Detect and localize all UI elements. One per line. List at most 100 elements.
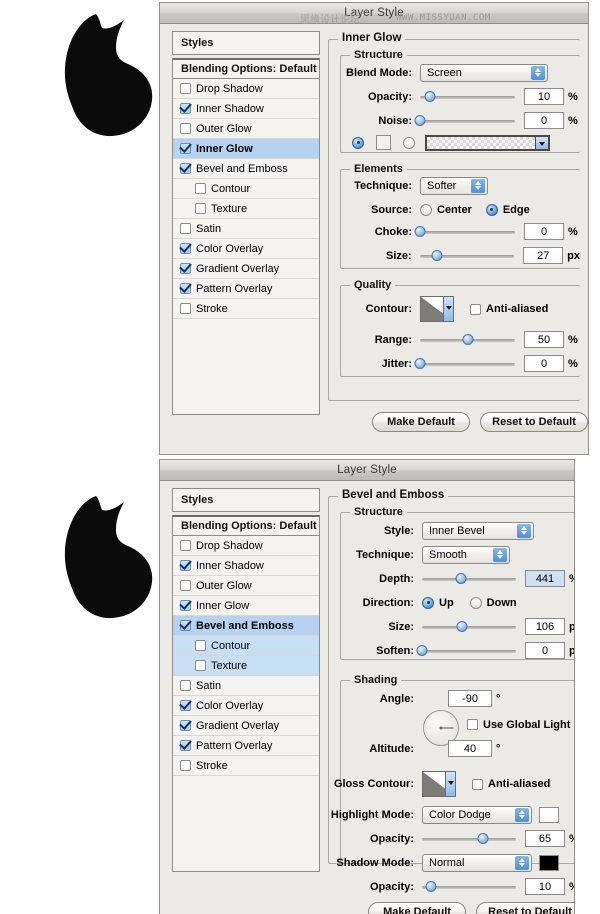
highlight-opacity-slider[interactable]	[422, 832, 516, 846]
effect-checkbox[interactable]	[180, 760, 191, 771]
effect-checkbox[interactable]	[180, 243, 191, 254]
effect-checkbox[interactable]	[180, 600, 191, 611]
size-input[interactable]: 27	[523, 247, 563, 264]
effect-row-color-overlay[interactable]: Color Overlay	[173, 696, 319, 716]
effect-checkbox[interactable]	[180, 83, 191, 94]
jitter-slider[interactable]	[420, 357, 515, 371]
shadow-color-swatch[interactable]	[539, 855, 559, 871]
effect-row-pattern-overlay[interactable]: Pattern Overlay	[173, 736, 319, 756]
opacity-input[interactable]: 10	[524, 88, 564, 105]
highlight-color-swatch[interactable]	[539, 807, 559, 823]
slider-knob[interactable]	[417, 645, 428, 656]
effect-checkbox[interactable]	[180, 303, 191, 314]
technique-select[interactable]: Softer	[420, 177, 488, 195]
effect-row-bevel-and-emboss[interactable]: Bevel and Emboss	[173, 159, 319, 179]
effect-row-color-overlay[interactable]: Color Overlay	[173, 239, 319, 259]
effect-row-satin[interactable]: Satin	[173, 219, 319, 239]
gloss-anti-aliased-checkbox[interactable]	[472, 779, 483, 790]
blending-options-row[interactable]: Blending Options: Default	[172, 515, 320, 536]
effect-checkbox[interactable]	[180, 143, 191, 154]
blending-options-row[interactable]: Blending Options: Default	[172, 58, 320, 79]
range-input[interactable]: 50	[524, 331, 564, 348]
direction-down-radio[interactable]	[470, 597, 482, 609]
chevron-updown-icon[interactable]	[517, 524, 531, 538]
layer-style-dialog-bevel[interactable]: Layer Style Styles Blending Options: Def…	[159, 459, 575, 914]
bevel-soften-slider[interactable]	[422, 644, 516, 658]
effect-row-gradient-overlay[interactable]: Gradient Overlay	[173, 716, 319, 736]
shadow-opacity-slider[interactable]	[422, 880, 516, 894]
make-default-button[interactable]: Make Default	[372, 412, 470, 432]
effect-row-drop-shadow[interactable]: Drop Shadow	[173, 79, 319, 99]
opacity-slider[interactable]	[420, 90, 515, 104]
range-slider[interactable]	[420, 333, 515, 347]
effect-checkbox[interactable]	[195, 183, 206, 194]
effect-row-inner-shadow[interactable]: Inner Shadow	[173, 99, 319, 119]
effect-checkbox[interactable]	[180, 580, 191, 591]
effect-checkbox[interactable]	[180, 540, 191, 551]
slider-knob[interactable]	[424, 91, 435, 102]
layer-style-dialog-inner-glow[interactable]: Layer Style 思缘设计论坛 WWW.MISSYUAN.COM Styl…	[159, 2, 589, 455]
highlight-mode-select[interactable]: Color Dodge	[422, 806, 532, 824]
gradient-picker[interactable]	[425, 135, 550, 151]
anti-aliased-checkbox[interactable]	[470, 304, 481, 315]
contour-preview[interactable]	[420, 296, 454, 322]
effects-list-1[interactable]: Drop ShadowInner ShadowOuter GlowInner G…	[172, 79, 320, 415]
effect-checkbox[interactable]	[180, 163, 191, 174]
titlebar-bevel[interactable]: Layer Style	[160, 460, 574, 481]
effect-checkbox[interactable]	[180, 620, 191, 631]
slider-knob[interactable]	[478, 833, 489, 844]
shading-altitude-input[interactable]: 40	[448, 740, 492, 757]
chevron-updown-icon[interactable]	[515, 808, 529, 822]
effect-checkbox[interactable]	[180, 283, 191, 294]
effect-row-stroke[interactable]: Stroke	[173, 299, 319, 319]
slider-knob[interactable]	[415, 226, 426, 237]
shadow-opacity-input[interactable]: 10	[525, 878, 565, 895]
effect-row-drop-shadow[interactable]: Drop Shadow	[173, 536, 319, 556]
bevel-soften-input[interactable]: 0	[525, 642, 565, 659]
noise-input[interactable]: 0	[524, 112, 564, 129]
fill-color-radio[interactable]	[352, 137, 364, 149]
effect-row-outer-glow[interactable]: Outer Glow	[173, 576, 319, 596]
chevron-updown-icon[interactable]	[531, 66, 545, 80]
effect-row-contour[interactable]: Contour	[173, 179, 319, 199]
slider-knob[interactable]	[457, 621, 468, 632]
bevel-technique-select[interactable]: Smooth	[422, 546, 510, 564]
effect-checkbox[interactable]	[195, 660, 206, 671]
effect-checkbox[interactable]	[180, 223, 191, 234]
bevel-size-slider[interactable]	[422, 620, 516, 634]
shading-angle-input[interactable]: -90	[448, 690, 492, 707]
effect-row-bevel-and-emboss[interactable]: Bevel and Emboss	[173, 616, 319, 636]
chevron-updown-icon[interactable]	[515, 856, 529, 870]
source-center-radio[interactable]	[420, 204, 432, 216]
slider-knob[interactable]	[456, 573, 467, 584]
slider-knob[interactable]	[415, 115, 426, 126]
chevron-updown-icon[interactable]	[471, 179, 485, 193]
effect-row-contour[interactable]: Contour	[173, 636, 319, 656]
reset-to-default-button[interactable]: Reset to Default	[476, 902, 575, 914]
slider-knob[interactable]	[462, 334, 473, 345]
size-slider[interactable]	[420, 249, 515, 263]
chevron-down-icon[interactable]	[445, 772, 455, 796]
effect-checkbox[interactable]	[180, 700, 191, 711]
effect-checkbox[interactable]	[180, 263, 191, 274]
slider-knob[interactable]	[415, 358, 426, 369]
effect-checkbox[interactable]	[180, 123, 191, 134]
blend-mode-select[interactable]: Screen	[420, 64, 548, 82]
shadow-mode-select[interactable]: Normal	[422, 854, 532, 872]
jitter-input[interactable]: 0	[524, 355, 564, 372]
slider-knob[interactable]	[431, 250, 442, 261]
choke-input[interactable]: 0	[524, 223, 564, 240]
effect-row-inner-glow[interactable]: Inner Glow	[173, 139, 319, 159]
effect-row-inner-shadow[interactable]: Inner Shadow	[173, 556, 319, 576]
effect-row-texture[interactable]: Texture	[173, 199, 319, 219]
bevel-depth-input[interactable]: 441	[525, 570, 565, 587]
effect-row-satin[interactable]: Satin	[173, 676, 319, 696]
bevel-depth-slider[interactable]	[422, 572, 516, 586]
effect-checkbox[interactable]	[180, 720, 191, 731]
bevel-style-select[interactable]: Inner Bevel	[422, 522, 534, 540]
gloss-contour-preview[interactable]	[422, 771, 456, 797]
choke-slider[interactable]	[420, 225, 515, 239]
source-edge-radio[interactable]	[486, 204, 498, 216]
direction-up-radio[interactable]	[422, 597, 434, 609]
effect-checkbox[interactable]	[195, 640, 206, 651]
